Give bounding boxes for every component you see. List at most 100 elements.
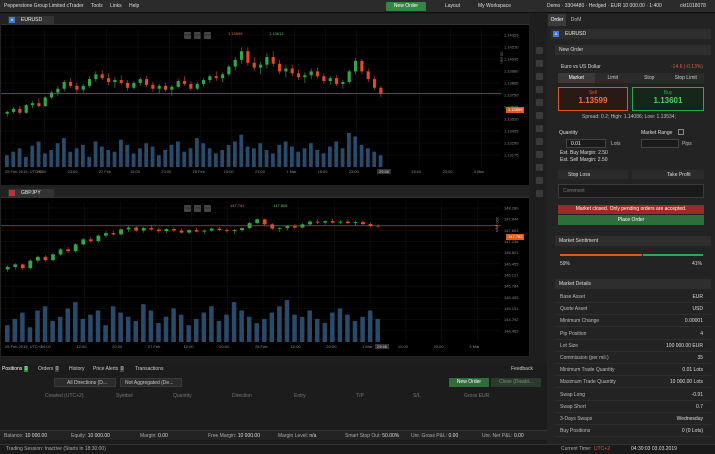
direction-filter[interactable]: All Directions (D... <box>54 378 116 387</box>
column-header[interactable]: Entry <box>294 393 306 399</box>
chart-eurusd[interactable]: A EURUSD 1.14325 1.14210 1.14095 1.13980 1.13… <box>0 14 530 186</box>
volume-bar <box>65 308 71 342</box>
ask-chip: 1.13613 <box>269 31 284 36</box>
tab-transactions[interactable]: Transactions <box>135 366 163 372</box>
column-header[interactable]: Created (UTC+2) <box>45 393 83 399</box>
count-badge: 0 <box>54 366 60 372</box>
chart-canvas[interactable]: 148.280147.944147.603147.236146.821146.4… <box>1 188 531 358</box>
layout-menu[interactable]: Layout <box>445 3 460 9</box>
detail-key: Swap Long <box>560 391 586 398</box>
channel-tool-icon[interactable] <box>536 112 543 119</box>
price-tick: 144.792 <box>504 317 519 322</box>
hline-tool-icon[interactable] <box>536 86 543 93</box>
price-tick: 145.131 <box>504 306 519 311</box>
close-all-button[interactable]: Close (Disabl... <box>491 378 541 387</box>
candle-body <box>5 111 9 114</box>
candle-body <box>20 264 25 269</box>
workspace-menu[interactable]: My Workspace <box>478 3 511 9</box>
candle-body <box>119 229 123 235</box>
order-type-stop-limit[interactable]: Stop Limit <box>667 73 704 83</box>
menu-links[interactable]: Links <box>110 3 122 9</box>
detail-value: 0.01 Lots <box>682 367 703 374</box>
candle-body <box>270 224 275 229</box>
detail-row: Base Asset EUR <box>555 292 711 303</box>
new-order-button[interactable]: New Order <box>449 378 489 387</box>
candle-body <box>338 221 343 223</box>
chart-gbpjpy[interactable]: GBPJPY 148.280 147.944 147.603 147.236 146.8… <box>0 187 530 357</box>
menu-help[interactable]: Help <box>129 3 139 9</box>
ruler-tool-icon[interactable] <box>536 164 543 171</box>
order-type-tabs: Market Limit Stop Stop Limit <box>558 73 704 83</box>
time-tick: 20:00 <box>112 344 123 349</box>
candle-body <box>68 82 73 86</box>
pips-input[interactable] <box>641 139 679 148</box>
candle-body <box>5 266 10 270</box>
arrow-tool-icon[interactable] <box>536 151 543 158</box>
detail-key: Buy Positions <box>560 428 591 435</box>
volume-bar <box>378 155 383 167</box>
clock: 04:30:03 03.03.2019 <box>631 446 677 452</box>
column-header[interactable]: T/P <box>356 393 364 399</box>
comment-input[interactable]: Comment <box>558 184 704 198</box>
menu-tools[interactable]: Tools <box>91 3 103 9</box>
account-selector[interactable]: Demo · 3304480 · Hedged · EUR 10 000.00 … <box>547 3 662 9</box>
time-tick: 28 Feb <box>193 169 206 174</box>
time-tick: 20:00 <box>326 344 337 349</box>
candle-body <box>271 57 275 64</box>
time-tick: 12:00 <box>184 344 195 349</box>
order-type-stop[interactable]: Stop <box>631 73 668 83</box>
market-range-checkbox[interactable] <box>678 129 684 135</box>
price-tick: 147.603 <box>504 228 519 233</box>
tab-orders[interactable]: Orders 0 <box>38 366 60 372</box>
tab-dom[interactable]: DoM <box>568 14 584 26</box>
order-type-market[interactable]: Market <box>558 73 595 83</box>
ask-chip: 147.806 <box>273 203 288 208</box>
price-tick: 146.455 <box>504 261 519 266</box>
detail-key: Base Asset <box>560 294 586 300</box>
symbol-selector[interactable]: A EURUSD <box>551 29 711 39</box>
candle-body <box>296 73 301 78</box>
column-header[interactable]: Gross EUR <box>464 393 489 399</box>
quantity-input[interactable]: 0.01 <box>566 139 606 148</box>
tab-price-alerts[interactable]: Price Alerts 0 <box>93 366 125 372</box>
user-id[interactable]: ckt1018078 <box>680 3 706 9</box>
volume-bar <box>81 144 85 167</box>
line-tool-icon[interactable] <box>536 73 543 80</box>
new-order-button[interactable]: New Order <box>386 2 426 11</box>
crosshair-icon[interactable] <box>536 60 543 67</box>
tab-positions[interactable]: Positions 0 <box>2 366 29 372</box>
volume-bar <box>27 327 33 342</box>
tab-history[interactable]: History <box>69 366 85 372</box>
shape-tool-icon[interactable] <box>536 125 543 132</box>
fib-tool-icon[interactable] <box>536 99 543 106</box>
price-tick: 146.121 <box>504 273 519 278</box>
detail-value: 100 000.00 EUR <box>666 342 703 349</box>
detail-row: Pip Position 4 <box>555 329 711 340</box>
column-header[interactable]: S/L <box>413 393 421 399</box>
feedback-link[interactable]: Feedback <box>511 366 533 372</box>
tab-order[interactable]: Order <box>548 14 566 26</box>
text-tool-icon[interactable] <box>536 138 543 145</box>
buy-button[interactable]: Buy 1.13601 <box>632 87 704 111</box>
volume-bar <box>95 310 101 342</box>
stop-loss-toggle[interactable]: Stop Loss <box>558 170 628 179</box>
column-header[interactable]: Direction <box>232 393 252 399</box>
column-header[interactable]: Symbol <box>116 393 133 399</box>
column-header[interactable]: Quantity <box>173 393 192 399</box>
sell-button[interactable]: Sell 1.13599 <box>558 87 628 111</box>
place-order-button[interactable]: Place Order <box>558 215 704 225</box>
margin-level-field: Margin Level: n/a <box>278 433 316 439</box>
candle-body <box>172 229 176 231</box>
take-profit-toggle[interactable]: Take Profit <box>632 170 704 179</box>
timezone[interactable]: UTC+2 <box>594 446 610 452</box>
detail-key: Commission (per mil.) <box>560 355 609 361</box>
aggregation-filter[interactable]: Not Aggregated (De... <box>120 378 182 387</box>
time-tick: 23:00 <box>161 169 172 174</box>
color-tool-icon[interactable] <box>536 177 543 184</box>
price-tick: 144.463 <box>504 328 519 333</box>
order-type-limit[interactable]: Limit <box>594 73 631 83</box>
pointer-icon[interactable] <box>536 47 543 54</box>
chart-canvas[interactable]: 1.14325 1.14210 1.14095 1.13980 1.13865 1.137… <box>1 15 531 187</box>
lock-tool-icon[interactable] <box>536 190 543 197</box>
volume-bar <box>194 318 199 342</box>
